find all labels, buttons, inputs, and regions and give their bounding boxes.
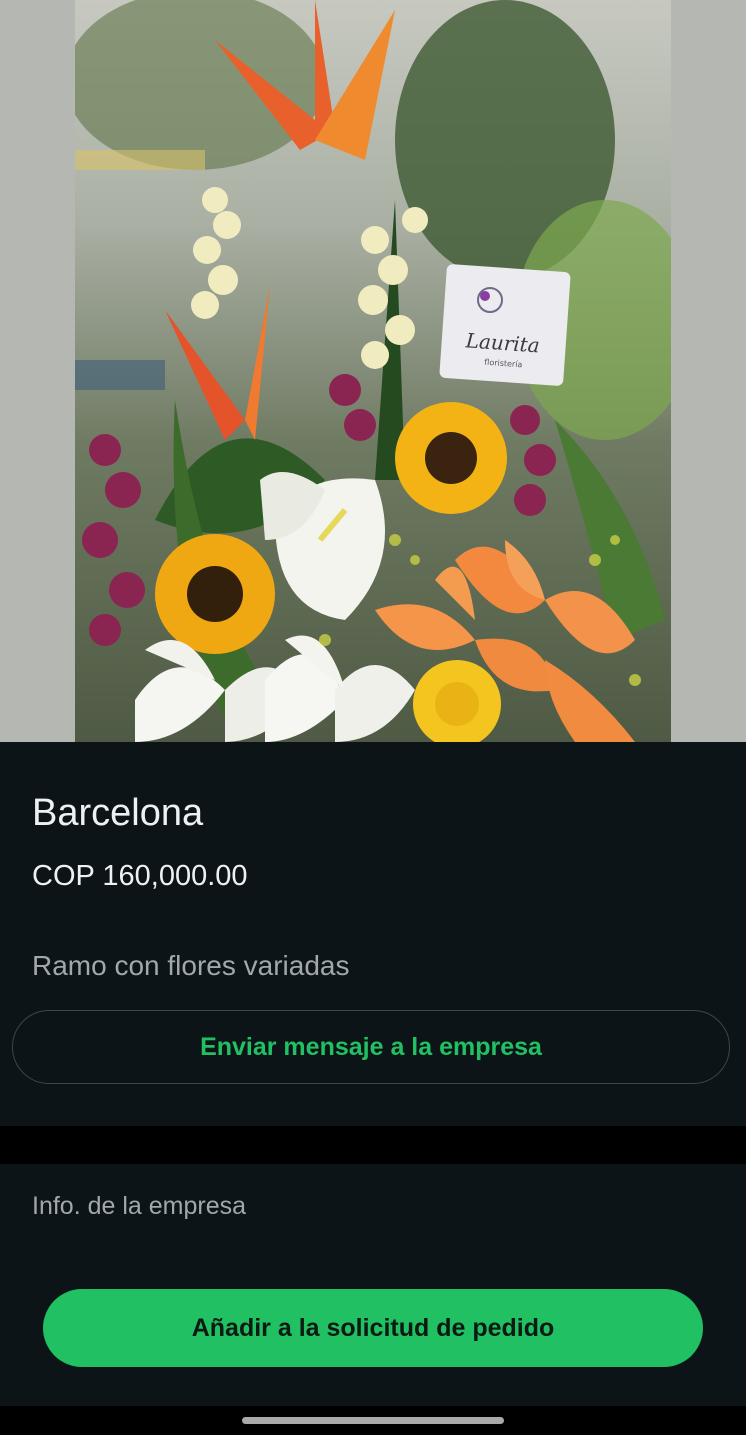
message-business-button[interactable]: Enviar mensaje a la empresa [12, 1010, 730, 1084]
product-name: Barcelona [32, 792, 204, 834]
sunflower [395, 402, 507, 514]
company-info-link[interactable]: Info. de la empresa [32, 1192, 246, 1221]
add-to-order-button[interactable]: Añadir a la solicitud de pedido [43, 1289, 703, 1367]
flower-arrangement-illustration: Laurita floristería [75, 0, 671, 742]
florist-card: Laurita floristería [439, 264, 571, 386]
section-divider [0, 1126, 746, 1164]
product-photo[interactable]: Laurita floristería [75, 0, 671, 742]
system-navigation-bar [0, 1406, 746, 1435]
home-indicator[interactable] [242, 1417, 504, 1424]
sunflower [155, 534, 275, 654]
company-section: Info. de la empresa Añadir a la solicitu… [0, 1164, 746, 1406]
product-details: Barcelona COP 160,000.00 Ramo con flores… [0, 742, 746, 1126]
product-image-area: Laurita floristería [0, 0, 746, 742]
product-price: COP 160,000.00 [32, 860, 248, 892]
white-lily [265, 635, 415, 742]
product-description: Ramo con flores variadas [32, 950, 350, 981]
